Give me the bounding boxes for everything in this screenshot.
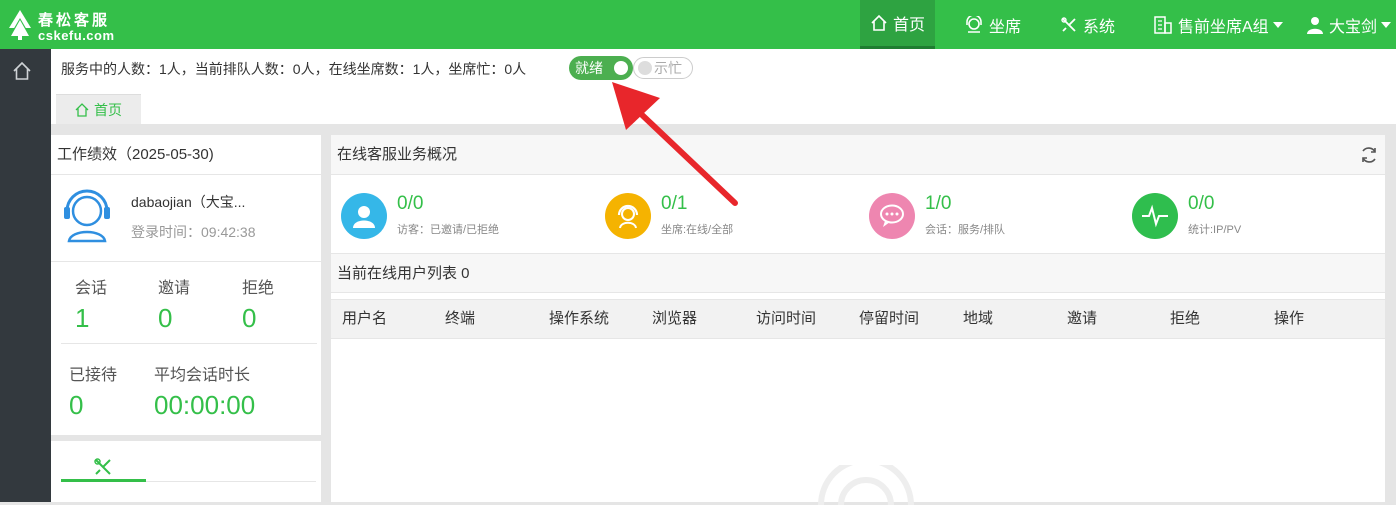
user-icon (1307, 16, 1323, 34)
nav-home-label: 首页 (892, 17, 925, 34)
refresh-icon[interactable] (1359, 145, 1379, 165)
nav-system[interactable]: 系统 (1060, 0, 1115, 49)
tools-icon[interactable] (93, 457, 113, 477)
building-icon (1154, 15, 1172, 34)
tab-home[interactable]: 首页 (56, 94, 141, 124)
metric-label-invites: 邀请 (158, 280, 191, 297)
column-header[interactable]: 拒绝 (1170, 300, 1200, 338)
stat-traffic-value: 0/0 (1188, 193, 1215, 214)
metric-value-rejects: 0 (242, 303, 257, 333)
metric-value-avg-duration: 00:00:00 (154, 390, 256, 420)
column-header[interactable]: 停留时间 (859, 300, 919, 338)
divider (51, 261, 321, 262)
agent-avatar-icon (64, 189, 110, 243)
ready-label: 就绪 (575, 60, 603, 76)
stat-visitors-value: 0/0 (397, 193, 424, 214)
metric-label-served: 已接待 (69, 367, 118, 384)
visitor-icon (341, 193, 387, 239)
metric-value-served: 0 (69, 390, 84, 420)
stat-sessions-label: 会话：服务/排队 (925, 224, 1006, 236)
stat-traffic-label: 统计:IP/PV (1188, 224, 1242, 236)
tools-icon (1061, 16, 1076, 32)
ready-toggle[interactable]: 就绪 (569, 56, 633, 80)
business-overview-panel: 在线客服业务概况 0/0 访客：已邀请/已拒绝 0/1 坐席:在线/全部 1/0… (331, 135, 1385, 505)
nav-user-menu[interactable]: 大宝剑 (1306, 0, 1392, 49)
chevron-down-icon (1272, 21, 1283, 28)
column-header[interactable]: 地域 (963, 300, 993, 338)
home-icon (75, 102, 89, 117)
metric-value-invites: 0 (158, 303, 173, 333)
metric-value-sessions: 1 (75, 303, 90, 333)
empty-state-icon (818, 465, 914, 505)
chat-bubble-icon (869, 193, 915, 239)
column-header[interactable]: 操作 (1274, 300, 1304, 338)
column-header[interactable]: 邀请 (1067, 300, 1097, 338)
left-sidebar (0, 49, 51, 502)
metric-label-rejects: 拒绝 (242, 280, 275, 297)
sidebar-home-icon[interactable] (12, 61, 32, 81)
stat-visitors-label: 访客：已邀请/已拒绝 (397, 224, 500, 236)
busy-label: 示忙 (654, 60, 682, 76)
brand-logo[interactable]: 春松客服 cskefu.com (6, 6, 126, 44)
stat-sessions-value: 1/0 (925, 193, 952, 214)
tab-home-label: 首页 (94, 101, 122, 118)
performance-panel: 工作绩效（2025-05-30) dabaojian（大宝... 登录时间：09… (51, 135, 321, 435)
nav-system-label: 系统 (1083, 18, 1116, 36)
nav-skill-group-label: 售前坐席A组 (1178, 18, 1269, 36)
column-header[interactable]: 终端 (445, 300, 475, 338)
online-users-title: 当前在线用户列表 0 (331, 253, 1385, 293)
performance-title: 工作绩效（2025-05-30) (51, 135, 321, 175)
users-table-header: 用户名 终端 操作系统 浏览器 访问时间 停留时间 地域 邀请 拒绝 操作 (331, 299, 1385, 339)
login-time: 登录时间：09:42:38 (131, 224, 256, 240)
column-header[interactable]: 浏览器 (652, 300, 697, 338)
toggle-knob (614, 61, 628, 75)
annotation-arrow-icon (612, 82, 738, 206)
divider (61, 343, 317, 344)
pulse-icon (1132, 193, 1178, 239)
busy-toggle[interactable]: 示忙 (633, 57, 693, 79)
stat-agents-label: 坐席:在线/全部 (661, 224, 734, 236)
tree-logo-icon (9, 10, 31, 40)
nav-agent[interactable]: 坐席 (964, 0, 1021, 49)
divider (146, 481, 316, 482)
home-icon (871, 14, 887, 31)
business-title: 在线客服业务概况 (331, 135, 1385, 175)
tools-panel (51, 441, 321, 502)
chevron-down-icon (1381, 21, 1392, 28)
column-header[interactable]: 操作系统 (549, 300, 609, 338)
metric-label-sessions: 会话 (75, 280, 108, 297)
brand-name-en: cskefu.com (38, 28, 115, 43)
headset-icon (966, 15, 982, 33)
top-navbar: 春松客服 cskefu.com 首页 坐席 系统 售前坐席A组 大宝剑 (0, 0, 1396, 49)
nav-home[interactable]: 首页 (860, 0, 935, 49)
brand-name-cn: 春松客服 (38, 12, 111, 29)
nav-agent-label: 坐席 (989, 18, 1022, 36)
service-stats-text: 服务中的人数：1人，当前排队人数：0人，在线坐席数：1人，坐席忙：0人 (61, 61, 527, 77)
metric-label-avg-duration: 平均会话时长 (154, 367, 251, 384)
column-header[interactable]: 访问时间 (756, 300, 816, 338)
tab-underline (61, 479, 146, 482)
toggle-knob (638, 61, 652, 75)
column-header[interactable]: 用户名 (342, 300, 387, 338)
nav-skill-group[interactable]: 售前坐席A组 (1153, 0, 1283, 49)
agent-name: dabaojian（大宝... (131, 194, 246, 210)
nav-user-label: 大宝剑 (1329, 18, 1378, 36)
